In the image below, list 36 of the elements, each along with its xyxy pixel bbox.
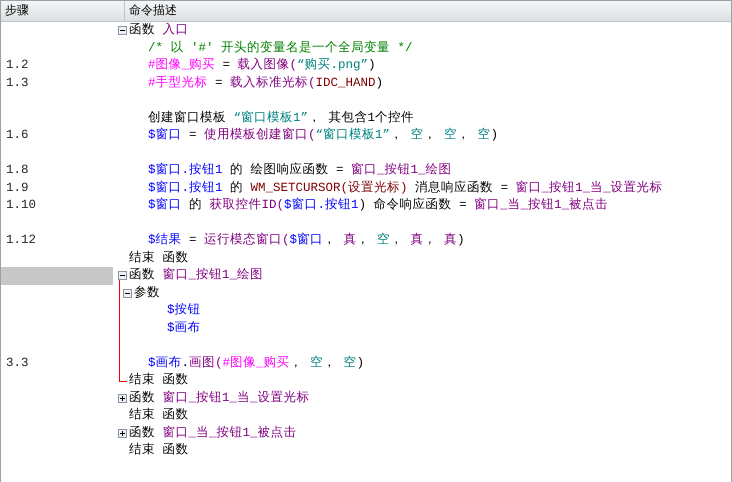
code-line: #手型光标 = 载入标准光标(IDC_HAND) xyxy=(148,74,384,92)
step-number: 1.3 xyxy=(5,74,30,92)
code-line: $画布 xyxy=(167,320,201,336)
code-line: 参数 xyxy=(134,284,160,302)
column-header: 步骤 xyxy=(1,1,125,21)
code-line: 函数 入口 xyxy=(129,22,189,39)
code-line: 函数 窗口_按钮1_绘图 xyxy=(129,267,264,284)
expand-icon[interactable] xyxy=(118,394,126,403)
collapse-icon[interactable] xyxy=(122,288,132,298)
code-line: 结束 函数 xyxy=(129,250,189,266)
column-header: 命令描述 xyxy=(128,3,177,20)
step-number: 1.12 xyxy=(5,232,38,249)
collapse-icon[interactable] xyxy=(118,26,126,36)
code-line: $窗口.按钮1 的 绘图响应函数 = 窗口_按钮1_绘图 xyxy=(148,162,452,179)
code-line: $窗口 的 获取控件ID($窗口.按钮1) 命令响应函数 = 窗口_当_按钮1_被点击 xyxy=(148,197,608,214)
code-line: $按钮 xyxy=(167,302,201,319)
step-number: 1.6 xyxy=(5,127,30,144)
code-line: /* 以 '#' 开头的变量名是一个全局变量 */ xyxy=(148,40,413,56)
step-number: 1.2 xyxy=(5,57,30,74)
code-line: 结束 函数 xyxy=(129,372,189,389)
expand-icon[interactable] xyxy=(118,428,126,438)
code-line: 结束 函数 xyxy=(129,442,189,459)
code-line: 函数 窗口_按钮1_当_设置光标 xyxy=(129,390,310,406)
step-number: 1.10 xyxy=(5,197,38,214)
step-number: 3.3 xyxy=(5,354,30,372)
code-line: $画布.画图(#图像_购买， 空， 空) xyxy=(148,354,364,372)
code-line: #图像_购买 = 载入图像(“购买.png”) xyxy=(148,57,376,74)
code-line: 创建窗口模板 “窗口模板1”， 其包含1个控件 xyxy=(148,110,414,126)
code-line: $窗口.按钮1 的 WM_SETCURSOR(设置光标) 消息响应函数 = 窗口_按钮1_当_设置光标 xyxy=(148,180,663,196)
step-number: 1.8 xyxy=(5,162,30,179)
code-line: 函数 窗口_当_按钮1_被点击 xyxy=(129,424,297,442)
code-line: 结束 函数 xyxy=(129,407,189,424)
step-number: 1.9 xyxy=(5,180,30,196)
code-line: $窗口 = 使用模板创建窗口(“窗口模板1”， 空， 空， 空) xyxy=(148,127,498,144)
code-line: $结果 = 运行模态窗口($窗口， 真， 空， 真， 真) xyxy=(148,232,465,249)
collapse-icon[interactable] xyxy=(118,271,126,280)
